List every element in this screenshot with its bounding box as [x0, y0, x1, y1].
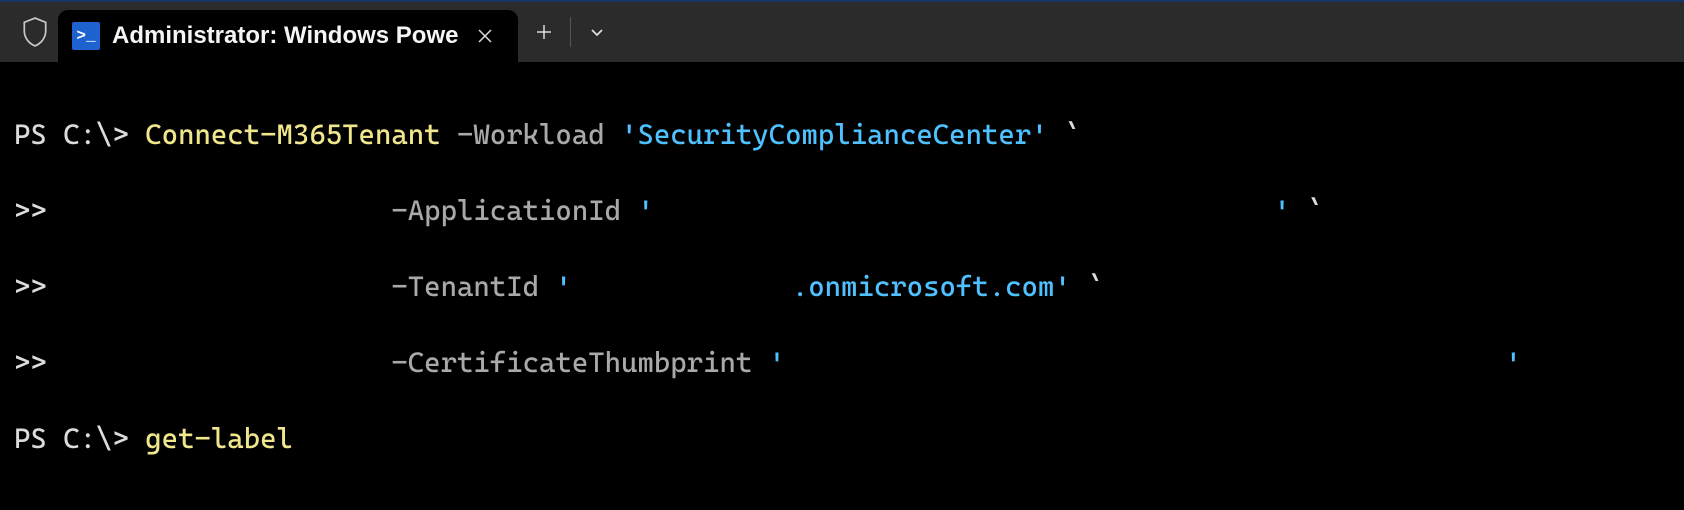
redacted-tenant [572, 272, 792, 306]
close-tab-button[interactable] [470, 21, 500, 51]
tab-active[interactable]: >_ Administrator: Windows Powe [58, 10, 518, 62]
new-tab-button[interactable] [518, 2, 570, 62]
cmd-line-5: PS C:\> get-label [14, 420, 1670, 458]
tab-dropdown-button[interactable] [571, 2, 623, 62]
redacted-thumbprint [785, 348, 1505, 382]
cmd-line-1: PS C:\> Connect-M365Tenant -Workload 'Se… [14, 116, 1670, 154]
cmd-line-2: >> -ApplicationId ' ' ` [14, 192, 1670, 230]
redacted-appid [654, 196, 1274, 230]
cmd-line-4: >> -CertificateThumbprint ' ' [14, 344, 1670, 382]
powershell-icon: >_ [72, 22, 100, 50]
shield-icon [12, 2, 58, 62]
cmd-line-3: >> -TenantId ' .onmicrosoft.com' ` [14, 268, 1670, 306]
tab-title: Administrator: Windows Powe [112, 22, 458, 50]
tab-bar: >_ Administrator: Windows Powe [0, 2, 1684, 62]
terminal-output[interactable]: PS C:\> Connect-M365Tenant -Workload 'Se… [0, 62, 1684, 510]
